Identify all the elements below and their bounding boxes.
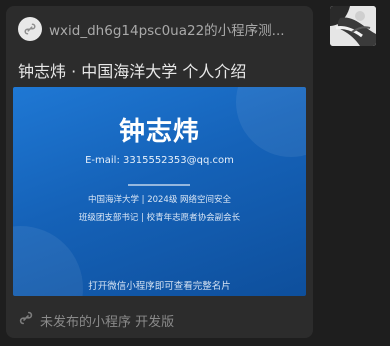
card-preview-image[interactable]: 钟志炜 E-mail: 3315552353@qq.com 中国海洋大学 | 2…: [13, 87, 306, 296]
mini-program-name: wxid_dh6g14psc0ua22的小程序测...: [49, 23, 285, 39]
preview-info-line: 中国海洋大学 | 2024级 网络空间安全: [87, 195, 232, 205]
mini-program-card[interactable]: wxid_dh6g14psc0ua22的小程序测... 钟志炜 · 中国海洋大学…: [6, 6, 313, 338]
card-header: wxid_dh6g14psc0ua22的小程序测...: [18, 16, 308, 42]
chat-window: wxid_dh6g14psc0ua22的小程序测... 钟志炜 · 中国海洋大学…: [0, 0, 390, 346]
preview-name: 钟志炜: [118, 117, 200, 147]
card-title: 钟志炜 · 中国海洋大学 个人介绍: [18, 62, 247, 81]
preview-info-line: 班级团支部书记 | 校青年志愿者协会副会长: [78, 213, 241, 223]
divider: [128, 184, 190, 186]
preview-email: E-mail: 3315552353@qq.com: [85, 155, 234, 166]
preview-hint: 打开微信小程序即可查看完整名片: [88, 281, 231, 292]
footer-label: 未发布的小程序 开发版: [40, 314, 175, 330]
avatar[interactable]: [330, 6, 376, 46]
link-icon: [18, 17, 42, 41]
card-footer: 未发布的小程序 开发版: [18, 310, 174, 330]
link-icon: [18, 310, 34, 330]
